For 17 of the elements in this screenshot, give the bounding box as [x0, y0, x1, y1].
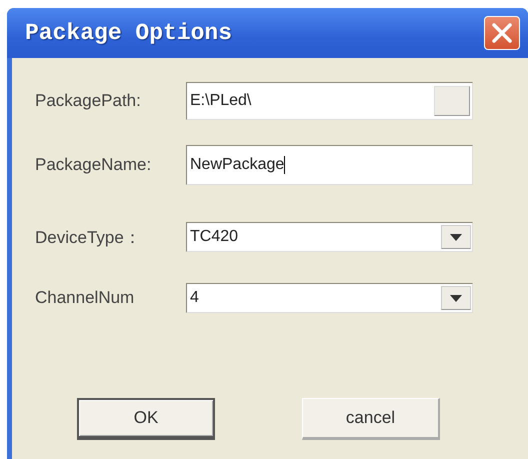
close-icon — [491, 22, 513, 44]
dropdown[interactable]: TC420 — [186, 222, 473, 252]
close-button[interactable] — [484, 16, 520, 50]
field-label: PackageName: — [34, 155, 152, 175]
input-field[interactable]: NewPackage — [186, 145, 473, 185]
dropdown[interactable]: 4 — [186, 283, 473, 313]
field-label: ChannelNum — [34, 288, 136, 308]
ok-button[interactable]: OK — [77, 398, 215, 440]
dropdown-button[interactable] — [441, 225, 471, 249]
dropdown-button[interactable] — [441, 286, 471, 310]
field-label: PackagePath: — [34, 91, 142, 111]
caret-icon — [450, 294, 462, 302]
window-title: Package Options — [24, 20, 232, 46]
cancel-button[interactable]: cancel — [302, 398, 440, 440]
field-label: DeviceType： — [34, 226, 142, 248]
input-field[interactable]: E:\PLed\ — [186, 82, 473, 120]
caret-icon — [450, 234, 462, 240]
